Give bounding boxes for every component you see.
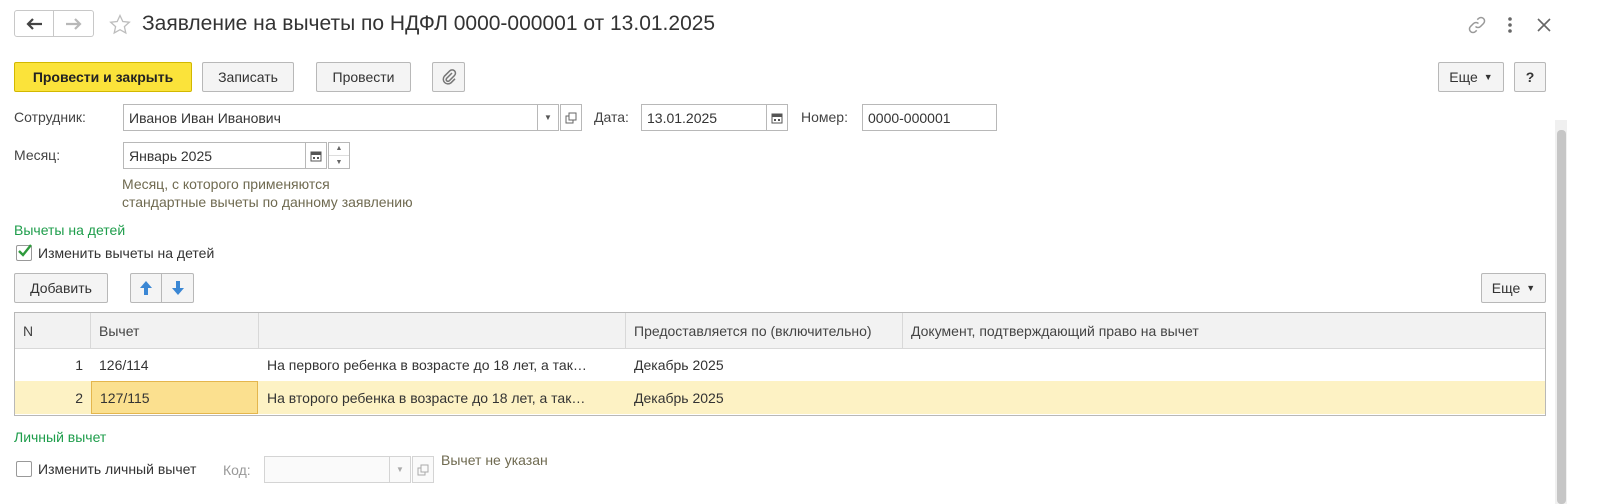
cell-deduction-code[interactable]: 126/114	[91, 348, 259, 381]
column-header-document[interactable]: Документ, подтверждающий право на вычет	[903, 313, 1545, 348]
column-header-description[interactable]	[259, 313, 626, 348]
table-more-button[interactable]: Еще ▼	[1481, 273, 1546, 303]
date-field[interactable]: 13.01.2025	[641, 104, 769, 131]
column-header-deduction[interactable]: Вычет	[91, 313, 259, 348]
arrow-right-icon	[65, 17, 82, 30]
cell-description[interactable]: На первого ребенка в возрасте до 18 лет,…	[259, 348, 626, 381]
number-field[interactable]: 0000-000001	[862, 104, 997, 131]
chevron-down-icon: ▼	[1483, 72, 1493, 82]
code-open-button[interactable]	[412, 456, 434, 483]
code-label: Код:	[223, 462, 251, 478]
calendar-icon	[771, 113, 783, 123]
save-button[interactable]: Записать	[202, 62, 294, 92]
arrow-left-icon	[26, 17, 42, 30]
chevron-down-icon: ▼	[544, 113, 552, 122]
forward-button[interactable]	[54, 10, 94, 37]
arrow-up-icon	[140, 281, 152, 295]
month-spinner[interactable]: ▲ ▼	[328, 142, 350, 169]
number-label: Номер:	[801, 109, 848, 125]
month-calendar-button[interactable]	[305, 142, 327, 169]
help-button[interactable]: ?	[1514, 62, 1546, 92]
children-deductions-table[interactable]: N Вычет Предоставляется по (включительно…	[14, 312, 1546, 416]
cell-document[interactable]	[903, 348, 1545, 381]
code-field[interactable]	[264, 456, 390, 483]
personal-section-title: Личный вычет	[14, 429, 107, 445]
cell-description[interactable]: На второго ребенка в возрасте до 18 лет,…	[259, 381, 626, 414]
table-row[interactable]: 1 126/114 На первого ребенка в возрасте …	[15, 348, 1545, 381]
move-up-button[interactable]	[130, 273, 162, 303]
post-and-close-button[interactable]: Провести и закрыть	[14, 62, 192, 92]
month-field[interactable]: Январь 2025	[123, 142, 306, 169]
open-form-icon	[417, 464, 429, 475]
cell-document[interactable]	[903, 381, 1545, 414]
cell-until[interactable]: Декабрь 2025	[626, 348, 903, 381]
paperclip-icon	[442, 69, 456, 85]
arrow-down-icon	[171, 281, 184, 295]
back-button[interactable]	[14, 10, 54, 37]
employee-open-button[interactable]	[560, 104, 582, 131]
change-personal-deduction-label[interactable]: Изменить личный вычет	[38, 461, 196, 477]
employee-dropdown-button[interactable]: ▼	[537, 104, 559, 131]
vertical-scrollbar-thumb[interactable]	[1557, 130, 1566, 504]
children-section-title: Вычеты на детей	[14, 222, 126, 238]
link-icon[interactable]	[1467, 15, 1487, 35]
column-header-until[interactable]: Предоставляется по (включительно)	[626, 313, 903, 348]
open-form-icon	[565, 112, 577, 123]
cell-n: 1	[75, 356, 83, 373]
table-more-label: Еще	[1491, 280, 1521, 296]
employee-field[interactable]: Иванов Иван Иванович	[123, 104, 538, 131]
date-label: Дата:	[594, 109, 629, 125]
chevron-down-icon: ▼	[396, 465, 404, 474]
date-calendar-button[interactable]	[766, 104, 788, 131]
kebab-icon[interactable]	[1503, 15, 1517, 35]
post-button[interactable]: Провести	[316, 62, 411, 92]
more-button[interactable]: Еще ▼	[1438, 62, 1504, 92]
employee-label: Сотрудник:	[14, 109, 86, 125]
change-children-deductions-label[interactable]: Изменить вычеты на детей	[38, 245, 214, 261]
chevron-down-icon: ▼	[1526, 283, 1536, 293]
more-label: Еще	[1449, 69, 1478, 85]
add-button[interactable]: Добавить	[14, 273, 108, 303]
column-header-n[interactable]: N	[15, 313, 91, 348]
attach-button[interactable]	[432, 62, 465, 92]
table-header: N Вычет Предоставляется по (включительно…	[15, 313, 1545, 349]
personal-deduction-status: Вычет не указан	[441, 452, 548, 468]
month-label: Месяц:	[14, 147, 61, 163]
cell-until[interactable]: Декабрь 2025	[626, 381, 903, 414]
cell-n: 2	[75, 389, 83, 406]
checkmark-icon	[18, 244, 32, 257]
star-icon[interactable]	[109, 14, 131, 36]
change-children-deductions-checkbox[interactable]	[16, 244, 32, 261]
month-hint-line-1: Месяц, с которого применяются	[122, 176, 330, 192]
calendar-icon	[310, 151, 322, 161]
chevron-down-icon[interactable]: ▼	[329, 155, 349, 169]
chevron-up-icon[interactable]: ▲	[329, 143, 349, 155]
close-icon[interactable]	[1536, 17, 1552, 33]
cell-deduction-code[interactable]: 127/115	[91, 381, 258, 414]
move-down-button[interactable]	[162, 273, 194, 303]
page-title: Заявление на вычеты по НДФЛ 0000-000001 …	[142, 12, 716, 35]
table-row[interactable]: 2 127/115 На второго ребенка в возрасте …	[15, 381, 1545, 414]
month-hint-line-2: стандартные вычеты по данному заявлению	[122, 194, 413, 210]
code-dropdown-button[interactable]: ▼	[389, 456, 411, 483]
change-personal-deduction-checkbox[interactable]	[16, 461, 32, 477]
